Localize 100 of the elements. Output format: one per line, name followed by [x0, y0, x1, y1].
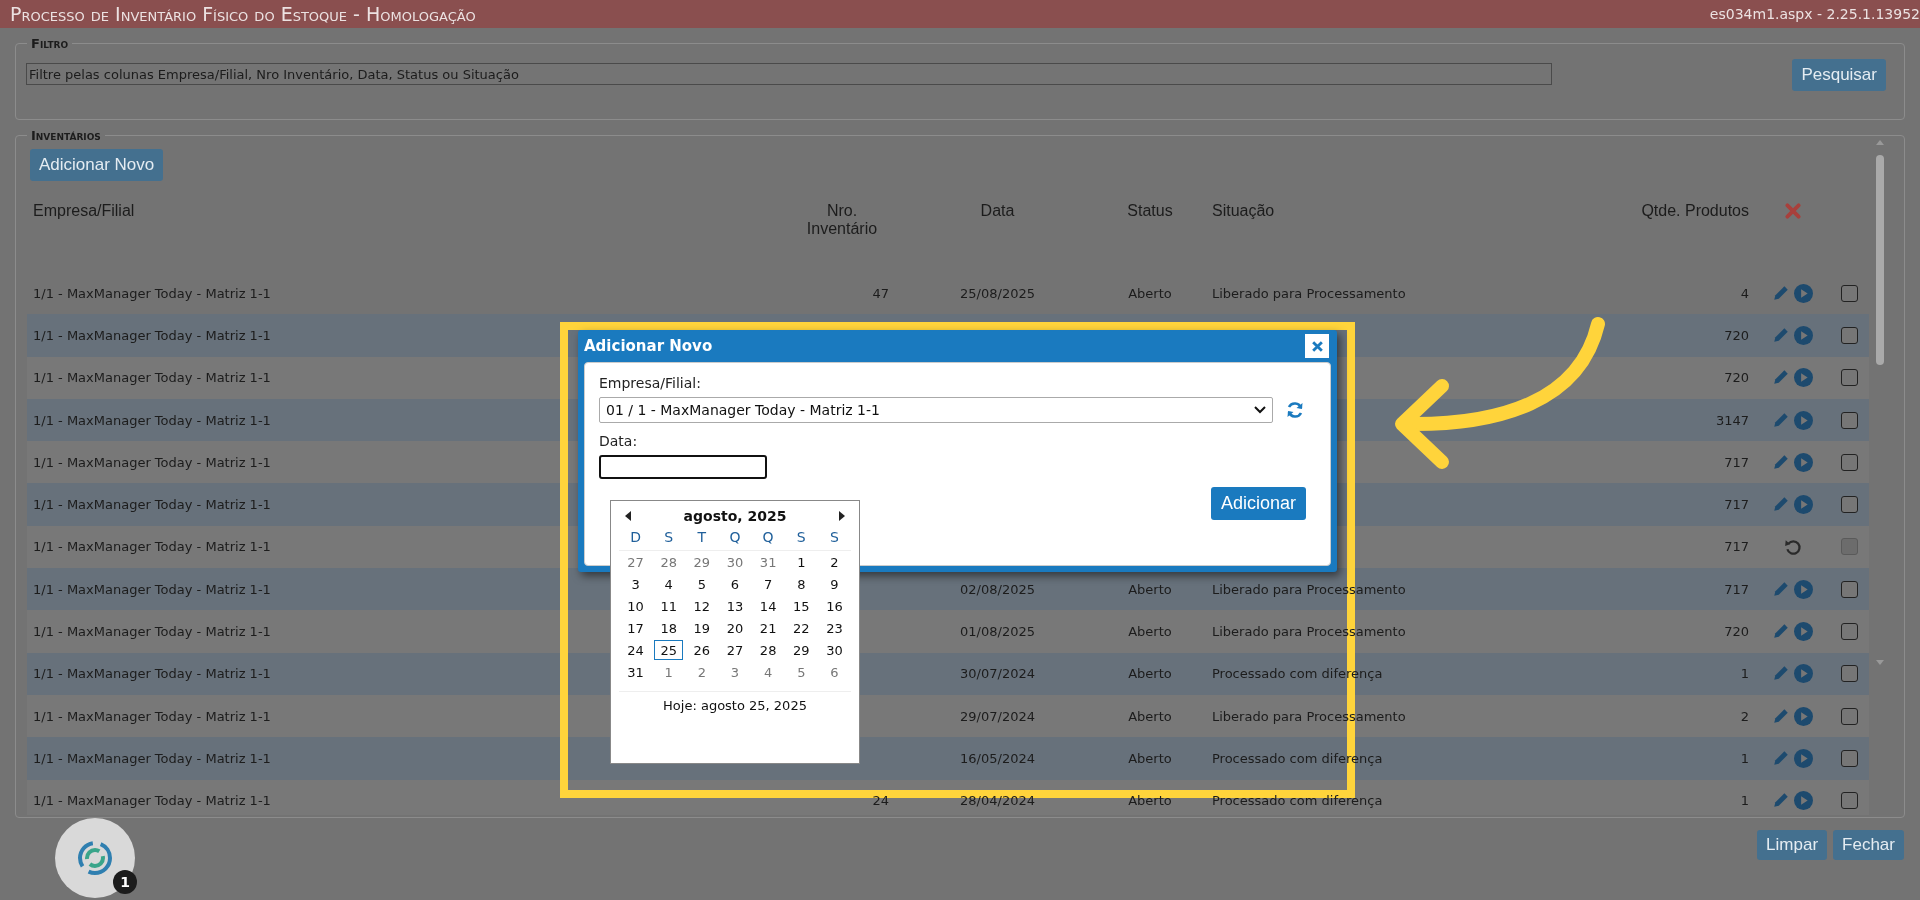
calendar-day[interactable]: 10	[621, 596, 651, 616]
pencil-icon[interactable]	[1772, 664, 1790, 683]
play-icon[interactable]	[1794, 706, 1813, 726]
caret-icon	[1254, 406, 1266, 414]
play-icon[interactable]	[1794, 495, 1813, 515]
calendar-day[interactable]: 29	[687, 552, 717, 572]
play-icon[interactable]	[1794, 664, 1813, 684]
date-field[interactable]	[599, 455, 767, 479]
play-icon[interactable]	[1794, 410, 1813, 430]
calendar-day[interactable]: 27	[621, 552, 651, 572]
table-cell: 16/05/2024	[960, 750, 1035, 766]
row-checkbox[interactable]	[1841, 411, 1858, 429]
row-checkbox[interactable]	[1841, 792, 1858, 810]
row-checkbox[interactable]	[1841, 749, 1858, 767]
close-button[interactable]	[1305, 334, 1329, 358]
calendar-day[interactable]: 24	[621, 640, 651, 660]
calendar-day[interactable]: 12	[687, 596, 717, 616]
calendar-day[interactable]: 5	[687, 574, 717, 594]
chat-button[interactable]: 1	[55, 818, 135, 898]
calendar-day[interactable]: 19	[687, 618, 717, 638]
calendar-day[interactable]: 2	[819, 552, 849, 572]
calendar-day[interactable]: 8	[786, 574, 816, 594]
play-icon[interactable]	[1794, 791, 1813, 811]
row-checkbox[interactable]	[1841, 369, 1858, 387]
calendar-day[interactable]: 15	[786, 596, 816, 616]
play-icon[interactable]	[1794, 368, 1813, 388]
calendar-day[interactable]: 6	[720, 574, 750, 594]
table-cell: 1/1 - MaxManager Today - Matriz 1-1	[33, 708, 271, 724]
calendar-day[interactable]: 31	[621, 662, 651, 682]
pencil-icon[interactable]	[1772, 368, 1790, 387]
calendar-day[interactable]: 26	[687, 640, 717, 660]
calendar-day[interactable]: 11	[654, 596, 684, 616]
calendar-day[interactable]: 3	[720, 662, 750, 682]
row-checkbox[interactable]	[1841, 326, 1858, 344]
row-checkbox[interactable]	[1841, 496, 1858, 514]
footer-button[interactable]: Fechar	[1833, 830, 1904, 860]
inventory-legend: Inventários	[27, 128, 105, 143]
calendar-day[interactable]: 3	[621, 574, 651, 594]
row-checkbox[interactable]	[1841, 707, 1858, 725]
pencil-icon[interactable]	[1772, 791, 1790, 810]
calendar-day[interactable]: 29	[786, 640, 816, 660]
calendar-day[interactable]: 9	[819, 574, 849, 594]
calendar-day[interactable]: 2	[687, 662, 717, 682]
calendar-day[interactable]: 5	[786, 662, 816, 682]
row-checkbox[interactable]	[1841, 665, 1858, 683]
calendar-day[interactable]: 13	[720, 596, 750, 616]
row-checkbox[interactable]	[1841, 580, 1858, 598]
calendar-day[interactable]: 17	[621, 618, 651, 638]
month-title: agosto, 2025	[683, 508, 787, 524]
calendar-day[interactable]: 4	[654, 574, 684, 594]
calendar-day[interactable]: 20	[720, 618, 750, 638]
company-select[interactable]: 01 / 1 - MaxManager Today - Matriz 1-1	[599, 397, 1273, 423]
play-icon[interactable]	[1794, 579, 1813, 599]
calendar-day[interactable]: 27	[720, 640, 750, 660]
calendar-day[interactable]: 1	[654, 662, 684, 682]
pencil-icon[interactable]	[1772, 452, 1790, 471]
calendar-day[interactable]: 18	[654, 618, 684, 638]
next-month-icon[interactable]	[838, 511, 846, 521]
calendar-day[interactable]: 16	[819, 596, 849, 616]
pencil-icon[interactable]	[1772, 706, 1790, 725]
filter-field[interactable]: Filtre pelas colunas Empresa/Filial, Nro Inventário, Data, Status ou Situação	[26, 63, 1552, 85]
calendar-day[interactable]: 6	[819, 662, 849, 682]
pencil-icon[interactable]	[1772, 579, 1790, 598]
pencil-icon[interactable]	[1772, 748, 1790, 767]
calendar-day[interactable]: 25	[654, 640, 684, 660]
table-cell: 1/1 - MaxManager Today - Matriz 1-1	[33, 370, 271, 386]
search-button[interactable]: Pesquisar	[1792, 59, 1886, 91]
calendar-day[interactable]: 23	[819, 618, 849, 638]
calendar-day[interactable]: 30	[720, 552, 750, 572]
calendar-day[interactable]: 22	[786, 618, 816, 638]
play-icon[interactable]	[1794, 622, 1813, 641]
add-button[interactable]: Adicionar	[1210, 487, 1306, 520]
calendar-day[interactable]: 28	[753, 640, 783, 660]
row-checkbox[interactable]	[1841, 453, 1858, 471]
play-icon[interactable]	[1794, 283, 1813, 303]
pencil-icon[interactable]	[1772, 325, 1790, 344]
row-checkbox[interactable]	[1841, 284, 1858, 302]
pencil-icon[interactable]	[1772, 495, 1790, 514]
play-icon[interactable]	[1794, 325, 1813, 345]
footer-button[interactable]: Limpar	[1757, 830, 1828, 860]
pencil-icon[interactable]	[1772, 410, 1790, 429]
row-checkbox[interactable]	[1841, 623, 1858, 640]
calendar-day[interactable]: 28	[654, 552, 684, 572]
delete-icon[interactable]	[1783, 202, 1802, 220]
calendar-day[interactable]: 7	[753, 574, 783, 594]
calendar-day[interactable]: 31	[753, 552, 783, 572]
calendar-day[interactable]: 14	[753, 596, 783, 616]
calendar-day[interactable]: 1	[786, 552, 816, 572]
play-icon[interactable]	[1794, 452, 1813, 472]
calendar-day[interactable]: 30	[819, 640, 849, 660]
today-link[interactable]: Hoje: agosto 25, 2025	[663, 698, 807, 713]
calendar-day[interactable]: 21	[753, 618, 783, 638]
table-cell: 1/1 - MaxManager Today - Matriz 1-1	[33, 750, 271, 766]
play-icon[interactable]	[1794, 748, 1813, 768]
pencil-icon[interactable]	[1772, 283, 1790, 302]
refresh-icon[interactable]	[1285, 400, 1305, 420]
pencil-icon[interactable]	[1772, 622, 1790, 640]
previous-month-icon[interactable]	[624, 511, 632, 521]
calendar-day[interactable]: 4	[753, 662, 783, 682]
add-new-button[interactable]: Adicionar Novo	[30, 149, 164, 181]
